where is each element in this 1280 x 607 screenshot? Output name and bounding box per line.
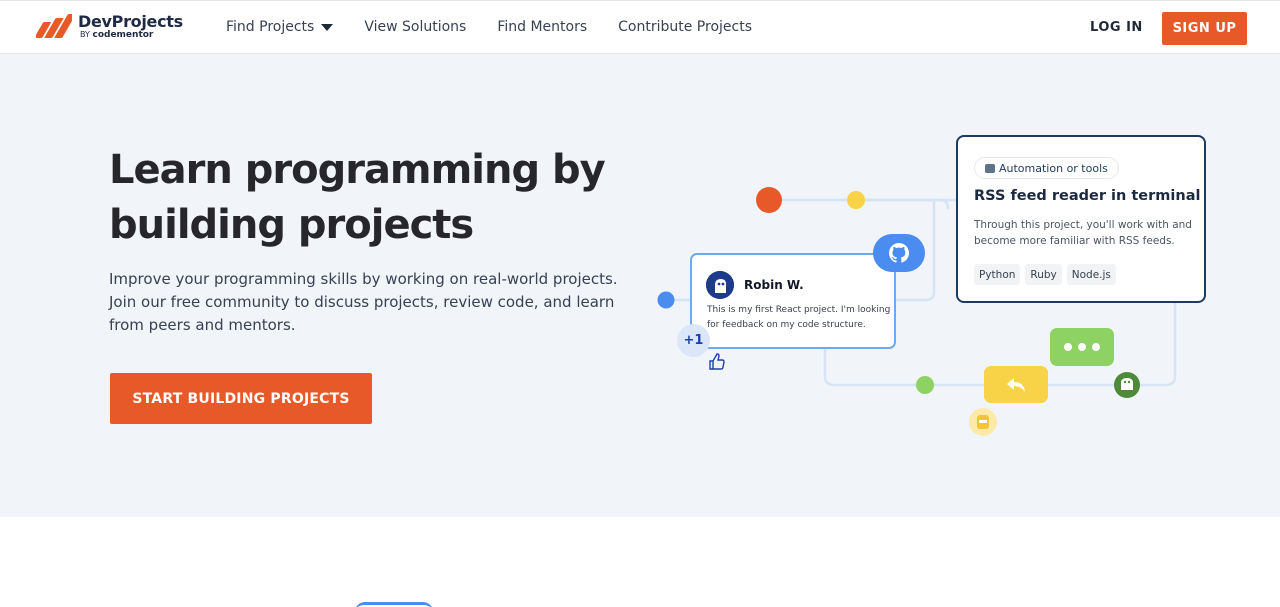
project-card[interactable]: Automation or tools RSS feed reader in t… — [956, 135, 1206, 303]
brand-parent: codementor — [92, 30, 154, 40]
hero-subtitle: Improve your programming skills by worki… — [109, 270, 618, 334]
nav-find-projects[interactable]: Find Projects — [226, 19, 334, 35]
nav-contribute-projects[interactable]: Contribute Projects — [618, 19, 752, 35]
hero-illustration: Automation or tools RSS feed reader in t… — [640, 54, 1280, 517]
hero-title: Learn programming by building projects — [109, 147, 606, 248]
logo[interactable]: DevProjects BY codementor — [34, 12, 183, 40]
typing-dot — [1092, 343, 1100, 351]
brand-byline: BY codementor — [80, 30, 183, 40]
thumbs-up-icon — [709, 353, 725, 370]
blue-dot — [657, 291, 675, 309]
main-nav: Find Projects View Solutions Find Mentor… — [226, 19, 783, 35]
orange-dot — [756, 187, 782, 213]
project-card-title: RSS feed reader in terminal — [974, 188, 1201, 204]
tech-chip: Node.js — [1066, 264, 1116, 285]
typing-dot — [1078, 343, 1086, 351]
robot-icon — [985, 163, 995, 173]
comment-card: Robin W. This is my first React project.… — [690, 253, 896, 349]
yellow-dot — [847, 191, 865, 209]
signup-button[interactable]: SIGN UP — [1162, 12, 1247, 45]
green-dot — [916, 376, 934, 394]
tech-chip: Ruby — [1025, 264, 1062, 285]
chevron-down-icon — [321, 24, 334, 31]
reply-arrow-icon — [1007, 377, 1025, 392]
typing-dot — [1064, 343, 1072, 351]
login-link[interactable]: LOG IN — [1090, 20, 1143, 35]
yellow-avatar-icon — [969, 408, 997, 436]
nav-find-mentors[interactable]: Find Mentors — [497, 19, 587, 35]
comment-author: Robin W. — [744, 278, 804, 292]
nav-find-projects-label: Find Projects — [226, 19, 315, 35]
avatar — [706, 271, 734, 299]
tech-chip: Python — [974, 264, 1021, 285]
tech-chips: Python Ruby Node.js — [974, 264, 1121, 285]
project-card-description: Through this project, you'll work with a… — [974, 219, 1192, 247]
comment-text: This is my first React project. I'm look… — [707, 305, 891, 330]
category-tag: Automation or tools — [974, 157, 1119, 179]
start-building-button[interactable]: START BUILDING PROJECTS — [110, 373, 372, 424]
brand-name: DevProjects — [78, 12, 183, 31]
nav-view-solutions[interactable]: View Solutions — [364, 19, 466, 35]
logo-mark-icon — [34, 13, 76, 40]
site-header: DevProjects BY codementor Find Projects … — [0, 0, 1280, 54]
green-avatar-icon — [1114, 372, 1140, 398]
section-decoration — [355, 602, 433, 607]
brand-by: BY — [80, 30, 90, 39]
category-tag-label: Automation or tools — [999, 161, 1108, 175]
reply-bubble — [984, 366, 1048, 403]
github-icon — [889, 243, 910, 263]
reaction-count-badge: +1 — [677, 324, 710, 357]
github-bubble — [873, 234, 925, 272]
typing-bubble — [1050, 328, 1114, 366]
